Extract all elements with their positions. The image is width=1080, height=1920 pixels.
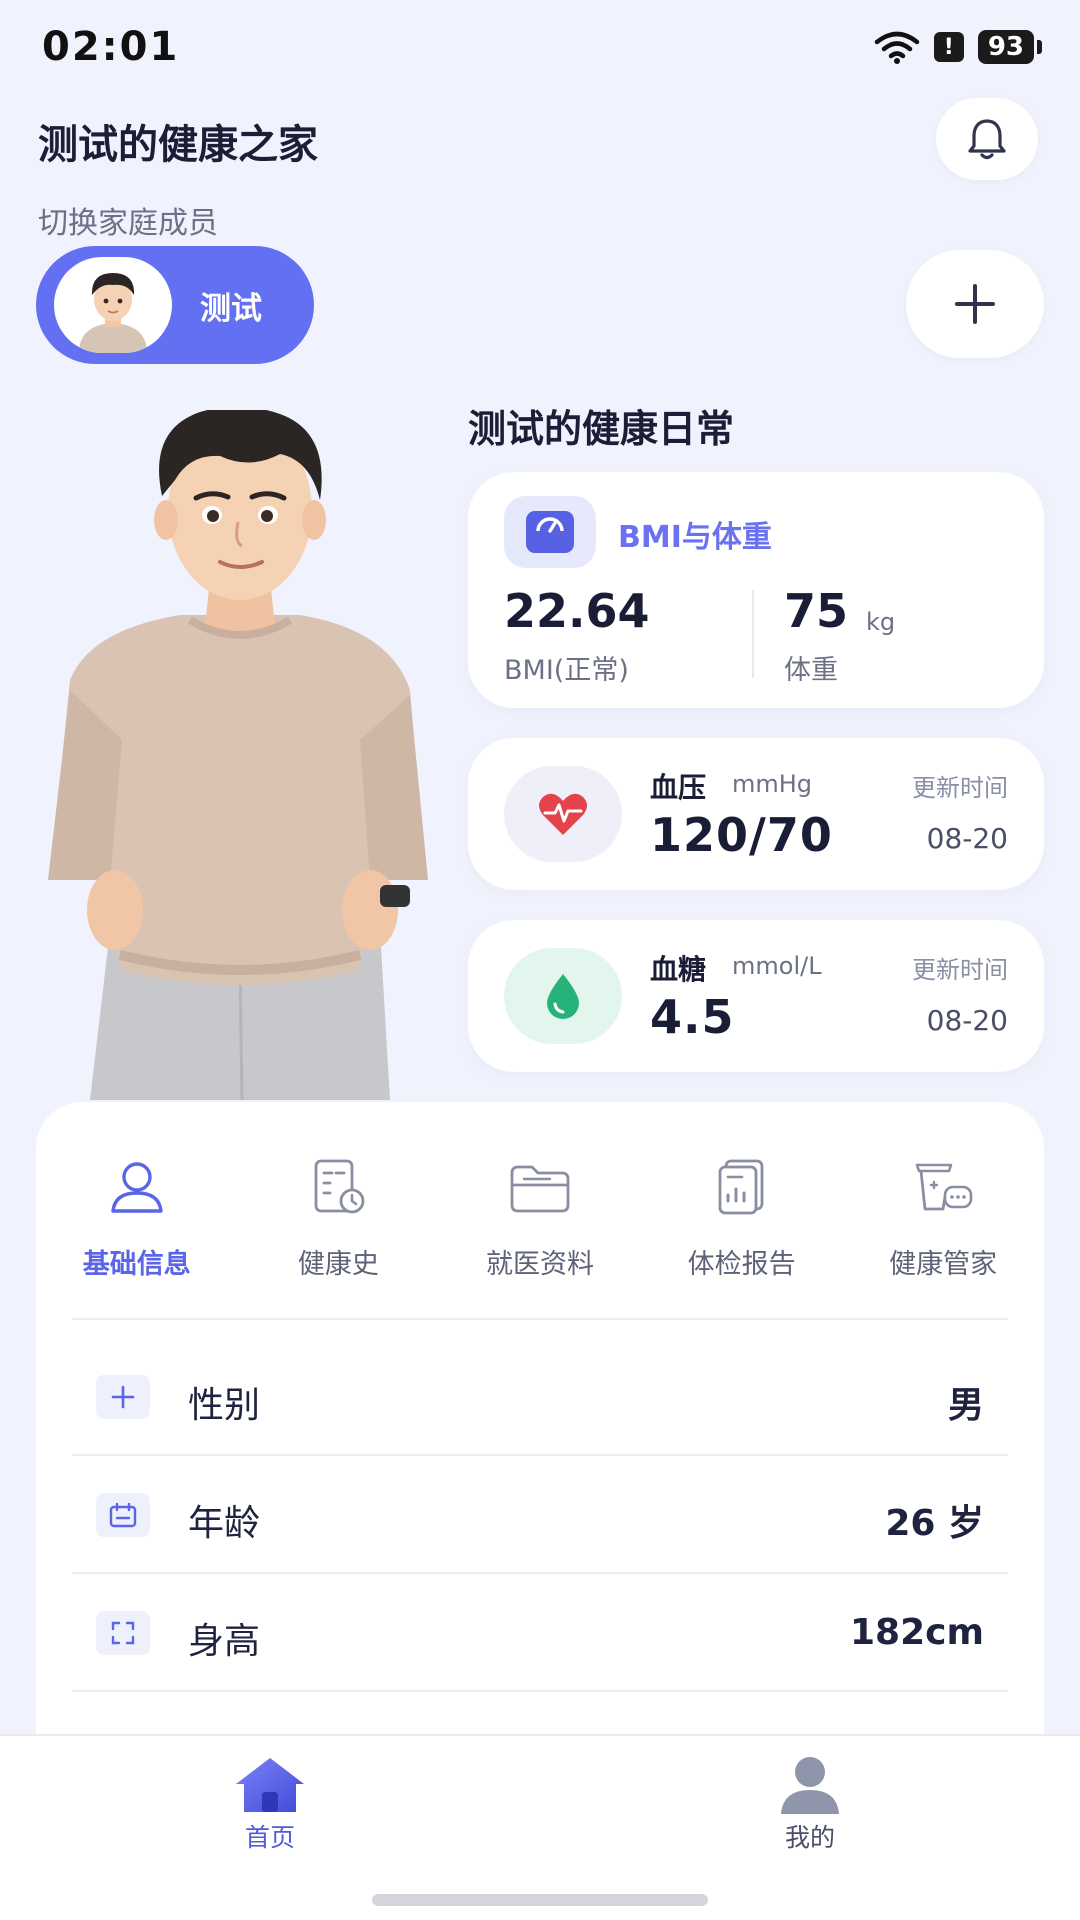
weight-unit: kg — [866, 608, 896, 636]
info-value: 26 岁 — [885, 1503, 984, 1544]
blood-pressure-unit: mmHg — [732, 770, 813, 798]
tab-label: 健康史 — [297, 1249, 379, 1280]
info-value: 182cm — [850, 1612, 984, 1653]
alert-icon: ! — [933, 32, 964, 62]
tab-label: 健康管家 — [889, 1249, 998, 1280]
report-icon — [707, 1154, 777, 1220]
nav-label: 首页 — [244, 1823, 295, 1852]
update-date: 08-20 — [926, 1004, 1008, 1037]
nav-mine[interactable]: 我的 — [740, 1754, 880, 1854]
user-icon — [102, 1154, 172, 1220]
scale-icon — [504, 496, 596, 568]
update-time-label: 更新时间 — [912, 774, 1008, 802]
bmi-value: 22.64 — [504, 584, 650, 638]
person-illustration — [48, 410, 428, 1100]
info-label: 年龄 — [188, 1503, 261, 1544]
notification-button[interactable] — [936, 98, 1038, 180]
bell-icon — [968, 119, 1006, 160]
bmi-weight-card[interactable]: BMI与体重 22.64 BMI(正常) 75 kg 体重 — [468, 472, 1044, 708]
cup-chat-icon — [908, 1154, 978, 1220]
info-label: 性别 — [188, 1385, 261, 1426]
tab-label: 基础信息 — [82, 1249, 191, 1280]
tab-label: 体检报告 — [687, 1249, 796, 1280]
info-panel: 基础信息 健康史 就医资料 体检报告 健康管家 性别 男 年龄 26 岁 身高 … — [36, 1102, 1044, 1742]
blood-glucose-card[interactable]: 血糖 mmol/L 4.5 更新时间 08-20 — [468, 920, 1044, 1072]
family-member-selector[interactable]: 测试 — [36, 246, 314, 364]
info-value: 男 — [947, 1385, 984, 1426]
home-icon — [236, 1758, 304, 1812]
blood-pressure-card[interactable]: 血压 mmHg 120/70 更新时间 08-20 — [468, 738, 1044, 890]
folder-icon — [505, 1154, 575, 1220]
divider — [72, 1318, 1008, 1320]
info-label: 身高 — [188, 1621, 261, 1662]
clipboard-clock-icon — [303, 1154, 373, 1220]
blood-glucose-value: 4.5 — [650, 990, 735, 1044]
bmi-label: BMI(正常) — [504, 655, 629, 686]
wifi-icon — [874, 31, 920, 64]
weight-label: 体重 — [784, 655, 838, 686]
bottom-nav: 首页 我的 — [0, 1734, 1080, 1920]
tab-health-butler[interactable]: 健康管家 — [842, 1154, 1044, 1281]
tab-basic-info[interactable]: 基础信息 — [36, 1154, 238, 1281]
blood-glucose-label: 血糖 — [650, 953, 707, 986]
blood-pressure-value: 120/70 — [650, 808, 833, 862]
update-date: 08-20 — [926, 822, 1008, 855]
add-member-button[interactable] — [906, 250, 1044, 358]
avatar — [54, 257, 172, 353]
battery-indicator: 93 — [977, 30, 1043, 64]
weight-value: 75 — [784, 584, 849, 638]
divider — [752, 590, 754, 678]
expand-icon — [96, 1611, 150, 1655]
status-icons: ! 93 — [874, 30, 1043, 64]
member-name: 测试 — [200, 290, 262, 327]
plus-icon — [96, 1375, 150, 1419]
heart-icon — [504, 766, 622, 862]
blood-glucose-unit: mmol/L — [732, 952, 822, 980]
tab-health-history[interactable]: 健康史 — [238, 1154, 440, 1281]
tab-label: 就医资料 — [485, 1249, 594, 1280]
home-indicator — [372, 1894, 708, 1906]
drop-icon — [504, 948, 622, 1044]
status-time: 02:01 — [42, 24, 180, 70]
tab-checkup-report[interactable]: 体检报告 — [641, 1154, 843, 1281]
plus-icon — [955, 284, 995, 324]
bmi-card-title: BMI与体重 — [618, 520, 772, 555]
daily-health-title: 测试的健康日常 — [468, 407, 735, 451]
page-title: 测试的健康之家 — [38, 122, 318, 168]
tab-bar: 基础信息 健康史 就医资料 体检报告 健康管家 — [36, 1154, 1044, 1281]
update-time-label: 更新时间 — [912, 956, 1008, 984]
nav-label: 我的 — [784, 1823, 835, 1852]
calendar-icon — [96, 1493, 150, 1537]
tab-medical-records[interactable]: 就医资料 — [439, 1154, 641, 1281]
info-row-age[interactable]: 年龄 26 岁 — [72, 1456, 1008, 1574]
info-row-height[interactable]: 身高 182cm — [72, 1574, 1008, 1692]
nav-home[interactable]: 首页 — [200, 1754, 340, 1854]
info-row-gender[interactable]: 性别 男 — [72, 1338, 1008, 1456]
blood-pressure-label: 血压 — [650, 771, 707, 804]
switch-family-label: 切换家庭成员 — [38, 206, 218, 241]
person-icon — [781, 1757, 839, 1814]
